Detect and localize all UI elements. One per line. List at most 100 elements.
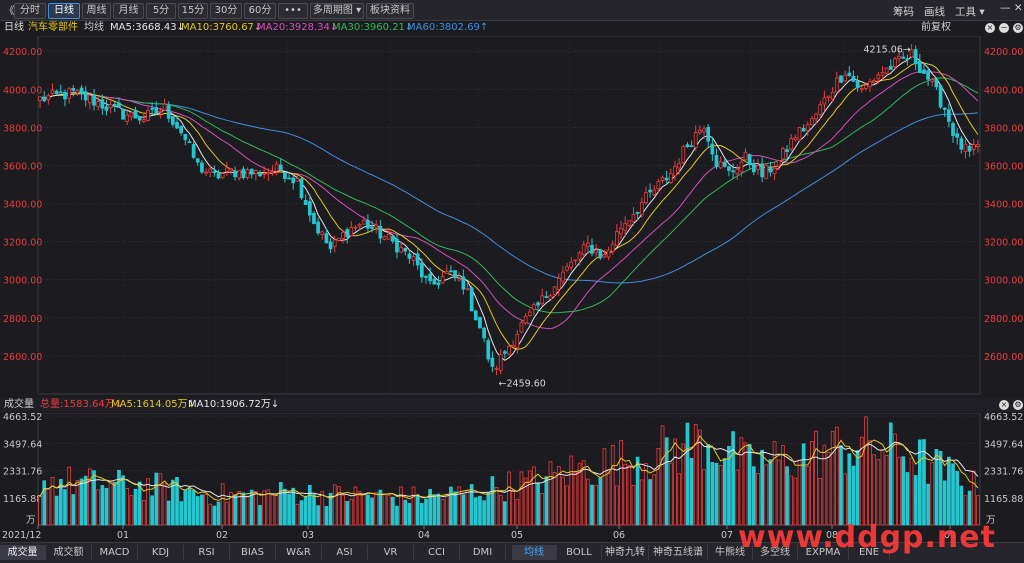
volume-settings-icon[interactable]: ⚙ [1013,400,1023,410]
window-controls-icon[interactable]: — ✕ [1000,2,1023,14]
volume-bar [797,459,802,526]
back-button[interactable]: 《 [4,3,15,18]
price-chart[interactable]: 4200.00 4200.00 4000.00 4000.00 3800.00 3800.… [0,36,1024,396]
volume-bar [133,488,138,526]
volume-bar [117,469,121,526]
candle-body [789,138,794,150]
volume-bar [453,491,457,526]
minus-icon[interactable]: − [999,23,1009,33]
candle-body [312,212,316,225]
volume-bar [436,493,441,526]
candle-body [191,144,196,158]
volume-bar [478,495,482,526]
volume-bar [71,494,76,526]
period-tab-2[interactable]: 周线 [82,3,111,19]
period-tab-0[interactable]: 分时 [14,3,46,19]
volume-bar [100,485,105,526]
ma60-value: MA60:3802.69↑ [407,22,489,33]
volume-bar [204,494,208,526]
candle-body [212,171,217,174]
volume-bar [536,482,540,526]
time-label: 06 [613,530,625,541]
candle-body [278,164,283,171]
volume-tick-left: 1165.88 [3,494,42,505]
candle-body [96,101,101,107]
candle-body [166,105,171,119]
adjust-selector[interactable]: 前复权 [921,21,951,35]
period-tab-5[interactable]: 15分 [178,3,208,19]
period-tab-6[interactable]: 30分 [210,3,242,19]
candle-body [731,170,735,173]
ma5-value: MA5:3668.43↓ [110,22,185,33]
volume-bar [710,462,715,526]
volume-bar [905,472,910,526]
candle-body [971,144,976,150]
candle-body [88,95,92,104]
chips-button[interactable]: 筹码 [893,4,914,19]
candle-body [137,116,142,121]
volume-bar [50,477,55,526]
indicator-tab-1[interactable]: 成交额 [46,545,92,560]
volume-tick-right: 2331.76 [984,467,1023,478]
candle-body [847,72,852,76]
period-tab-8[interactable]: ••• [278,3,308,19]
settings-icon[interactable]: ⚙ [1013,23,1023,33]
overlay-tab-2[interactable]: 神奇九转 [602,545,649,560]
volume-bar [399,486,403,526]
volume-bar [498,494,503,526]
indicator-tab-3[interactable]: KDJ [138,545,184,560]
draw-line-button[interactable]: 画线 [924,4,945,19]
candle-body [540,295,545,305]
candle-body [702,128,706,133]
candle-body [739,161,744,173]
indicator-tab-6[interactable]: W&R [276,545,322,560]
indicator-tab-0[interactable]: 成交量 [0,545,46,560]
volume-bar [760,449,764,526]
volume-bar [195,496,200,526]
candle-body [615,231,619,246]
indicator-tab-10[interactable]: DMI [460,545,506,560]
volume-bar [212,505,217,526]
close-icon[interactable]: × [985,23,995,33]
candle-body [810,118,814,126]
indicator-tab-9[interactable]: CCI [414,545,460,560]
period-tab-10[interactable]: 板块资料 [366,3,414,19]
candle-body [428,273,433,282]
candle-body [390,235,395,242]
indicator-tab-4[interactable]: RSI [184,545,230,560]
candle-body [254,170,258,175]
candle-body [453,270,457,279]
candle-body [328,241,333,250]
indicator-tab-7[interactable]: ASI [322,545,368,560]
period-tab-7[interactable]: 60分 [244,3,276,19]
tools-button[interactable]: 工具 ▾ [955,4,985,19]
period-tab-4[interactable]: 5分 [146,3,176,19]
volume-tick-right: 4663.52 [984,413,1023,423]
candle-body [42,96,47,102]
period-tab-1[interactable]: 日线 [48,3,80,19]
overlay-tab-3[interactable]: 神奇五线谱 [649,545,708,560]
candle-body [154,107,159,114]
period-tab-9[interactable]: 多周期图 ▾ [310,3,364,19]
overlay-tab-1[interactable]: BOLL [557,545,602,560]
candle-body [963,143,968,153]
volume-label[interactable]: 成交量 [4,398,34,412]
volume-bar [341,494,345,526]
candle-body [556,278,561,290]
indicator-tab-8[interactable]: VR [368,545,414,560]
candle-body [793,137,798,141]
overlay-tab-0[interactable]: 均线 [512,545,557,560]
volume-bar [826,452,831,526]
volume-close-icon[interactable]: × [999,400,1009,410]
indicator-tab-2[interactable]: MACD [92,545,138,560]
candle-body [129,112,134,118]
candle-body [229,168,233,171]
indicator-tab-5[interactable]: BIAS [230,545,276,560]
candle-body [67,88,71,99]
period-tab-3[interactable]: 月线 [113,3,144,19]
candle-body [58,91,63,94]
candle-body [274,163,279,172]
volume-bar [262,490,267,526]
candle-body [623,222,628,231]
ma-label[interactable]: 均线 [84,21,104,35]
